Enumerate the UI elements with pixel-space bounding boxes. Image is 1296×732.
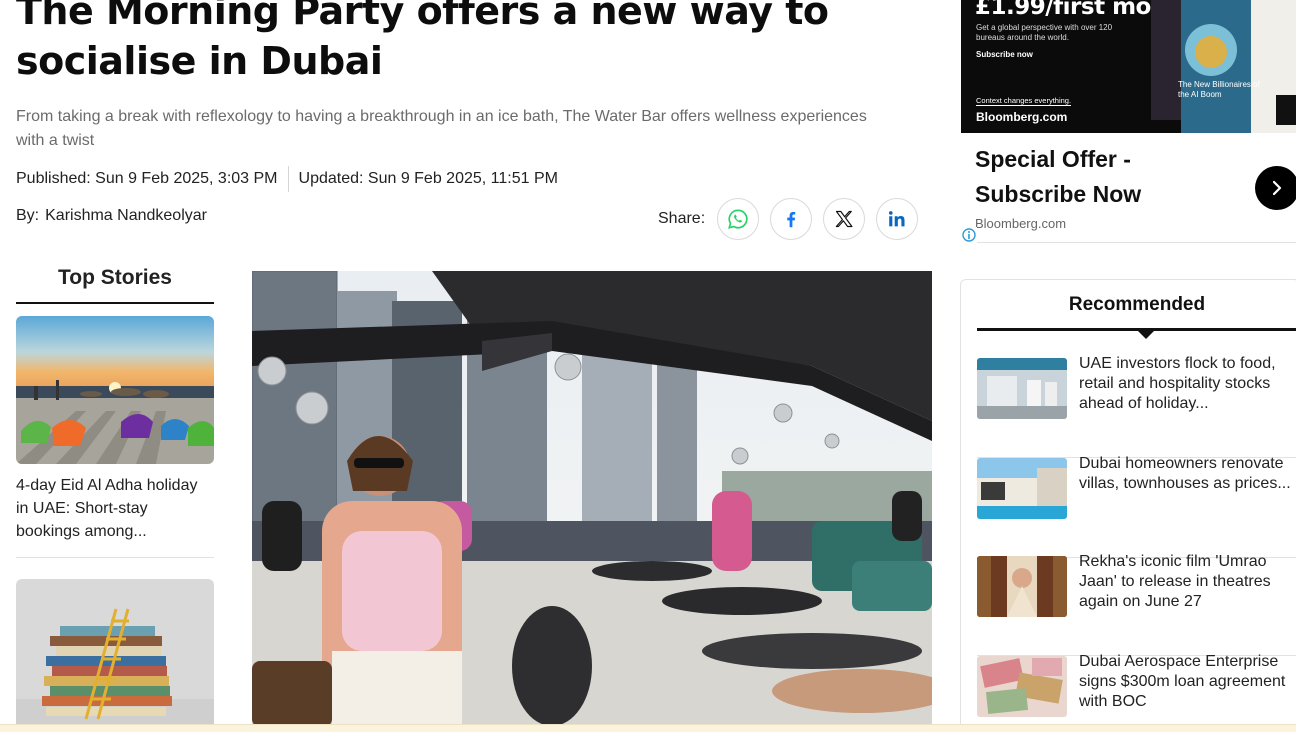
- share-linkedin-button[interactable]: [876, 198, 919, 240]
- bottom-banner-strip: [0, 724, 1296, 732]
- share-x-button[interactable]: [823, 198, 866, 240]
- recommended-item[interactable]: Rekha's iconic film 'Umrao Jaan' to rele…: [977, 553, 1296, 656]
- recommended-item[interactable]: Dubai Aerospace Enterprise signs $300m l…: [977, 653, 1296, 732]
- ad-brand: Bloomberg.com: [976, 110, 1068, 124]
- top-story-headline[interactable]: 4-day Eid Al Adha holiday in UAE: Short-…: [16, 464, 214, 558]
- ad-context-text: Context changes everything.: [976, 96, 1072, 106]
- article-headline: The Morning Party offers a new way to so…: [16, 0, 829, 83]
- byline: By: Karishma Nandkeolyar: [16, 207, 207, 225]
- top-story-image[interactable]: [16, 316, 214, 464]
- facebook-icon: [787, 211, 796, 228]
- recommended-headline[interactable]: Dubai Aerospace Enterprise signs $300m l…: [1079, 652, 1294, 732]
- recommended-thumbnail[interactable]: [977, 556, 1067, 617]
- recommended-panel: Recommended UAE investors flock to food,…: [960, 279, 1296, 732]
- share-bar: Share:: [658, 198, 929, 240]
- author-name[interactable]: Karishma Nandkeolyar: [45, 207, 207, 224]
- share-facebook-button[interactable]: [770, 198, 813, 240]
- ad-next-button[interactable]: [1255, 166, 1296, 210]
- top-story-image-2[interactable]: [16, 579, 214, 729]
- share-whatsapp-button[interactable]: [717, 198, 760, 240]
- top-story-card[interactable]: 4-day Eid Al Adha holiday in UAE: Short-…: [16, 316, 214, 558]
- date-divider: [287, 166, 289, 192]
- updated-date: Updated: Sun 9 Feb 2025, 11:51 PM: [298, 170, 558, 187]
- recommended-headline[interactable]: Rekha's iconic film 'Umrao Jaan' to rele…: [1079, 552, 1294, 655]
- top-stories-title: Top Stories: [16, 266, 214, 304]
- share-label: Share:: [658, 210, 706, 227]
- bloomberg-ad[interactable]: £1.99/first month Get a global perspecti…: [961, 0, 1296, 243]
- whatsapp-icon: [728, 209, 748, 229]
- recommended-caret: [1138, 331, 1154, 339]
- article-subheadline: From taking a break with reflexology to …: [16, 108, 867, 149]
- recommended-item[interactable]: Dubai homeowners renovate villas, townho…: [977, 455, 1296, 558]
- ad-magazine-text: The New Billionaires of the AI Boom: [1178, 80, 1260, 99]
- article-hero-image: [252, 271, 932, 727]
- published-date: Published: Sun 9 Feb 2025, 3:03 PM: [16, 170, 278, 187]
- recommended-underline: [977, 328, 1296, 331]
- recommended-title: Recommended: [1068, 294, 1206, 315]
- recommended-thumbnail[interactable]: [977, 458, 1067, 519]
- ad-headline[interactable]: Special Offer - Subscribe Now: [975, 142, 1225, 212]
- x-icon: [835, 210, 853, 228]
- recommended-item[interactable]: UAE investors flock to food, retail and …: [977, 355, 1296, 458]
- ad-choices-icon[interactable]: [961, 227, 977, 243]
- ad-small-text: Get a global perspective with over 120 b…: [976, 23, 1113, 42]
- top-stories: Top Stories 4-day Eid Al Adha holiday in…: [16, 266, 214, 558]
- recommended-headline[interactable]: UAE investors flock to food, retail and …: [1079, 354, 1294, 457]
- recommended-thumbnail[interactable]: [977, 656, 1067, 717]
- linkedin-icon: [889, 211, 905, 227]
- ad-domain: Bloomberg.com: [975, 216, 1067, 231]
- by-label: By:: [16, 207, 40, 224]
- chevron-right-icon: [1272, 180, 1282, 196]
- ad-subscribe-small[interactable]: Subscribe now: [976, 50, 1033, 59]
- recommended-thumbnail[interactable]: [977, 358, 1067, 419]
- ad-image[interactable]: £1.99/first month Get a global perspecti…: [961, 0, 1296, 133]
- recommended-headline[interactable]: Dubai homeowners renovate villas, townho…: [1079, 454, 1294, 557]
- article-dates: Published: Sun 9 Feb 2025, 3:03 PM Updat…: [16, 166, 558, 192]
